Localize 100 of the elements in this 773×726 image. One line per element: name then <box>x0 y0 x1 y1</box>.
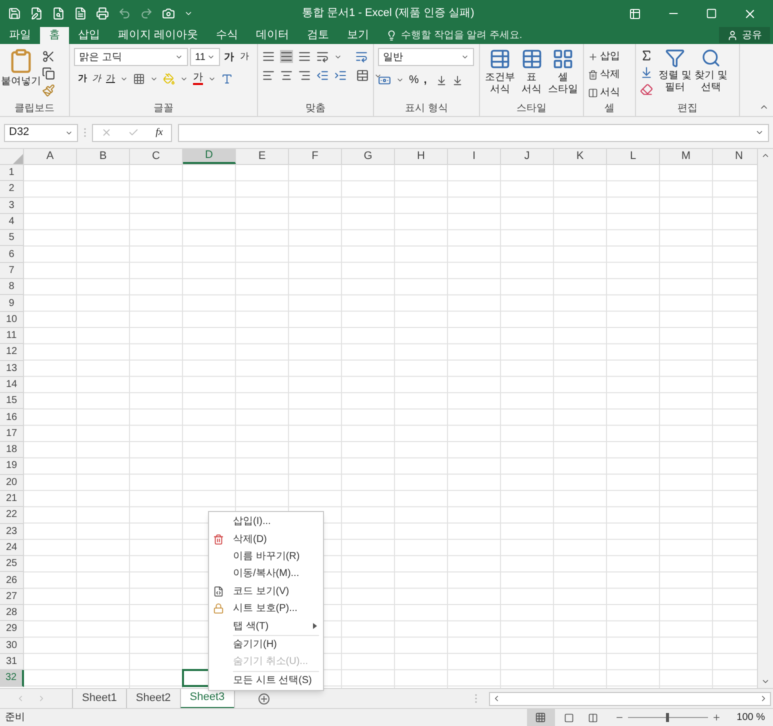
column-header[interactable]: G <box>342 149 395 164</box>
wrap-text-icon[interactable] <box>355 50 368 63</box>
camera-icon[interactable] <box>162 7 175 20</box>
menu-item[interactable]: 탭 색(T) <box>209 617 323 635</box>
row-header[interactable]: 26 <box>0 572 24 589</box>
cell-button[interactable]: 서식 <box>588 85 620 100</box>
menu-item[interactable]: 시트 보호(P)... <box>209 600 323 618</box>
scroll-up-icon[interactable] <box>761 151 770 160</box>
cell-button[interactable]: 삽입 <box>588 49 620 64</box>
ribbon-tab[interactable]: 보기 <box>338 27 378 44</box>
scroll-down-icon[interactable] <box>761 677 770 686</box>
row-header[interactable]: 7 <box>0 262 24 280</box>
fill-color-icon[interactable] <box>163 72 175 85</box>
bottom-align-icon[interactable] <box>298 50 311 63</box>
row-header[interactable]: 25 <box>0 556 24 572</box>
row-header[interactable]: 18 <box>0 442 24 458</box>
row-header[interactable]: 6 <box>0 246 24 263</box>
row-header[interactable]: 12 <box>0 344 24 361</box>
row-header[interactable]: 28 <box>0 605 24 622</box>
column-header[interactable]: J <box>501 149 554 164</box>
top-align-icon[interactable] <box>262 50 275 63</box>
eraser-icon[interactable] <box>640 83 653 96</box>
menu-item[interactable]: 숨기기(H) <box>209 636 323 654</box>
row-header[interactable]: 23 <box>0 524 24 540</box>
column-header[interactable]: L <box>607 149 660 164</box>
zoom-slider-thumb[interactable] <box>666 713 670 722</box>
row-header[interactable]: 17 <box>0 426 24 442</box>
bold-button[interactable]: 가 <box>78 72 87 86</box>
horizontal-scrollbar[interactable] <box>488 692 771 706</box>
increase-indent-icon[interactable] <box>334 69 347 82</box>
insert-function-button[interactable]: fx <box>156 125 163 140</box>
currency-icon[interactable] <box>378 74 391 87</box>
page-break-icon[interactable] <box>588 712 598 722</box>
column-header[interactable]: I <box>448 149 501 164</box>
row-header[interactable]: 14 <box>0 376 24 394</box>
normal-view-button[interactable] <box>526 709 555 726</box>
format-painter-icon[interactable] <box>42 84 55 97</box>
expand-icon[interactable] <box>755 128 764 137</box>
row-header[interactable]: 16 <box>0 409 24 426</box>
column-header[interactable]: E <box>236 149 289 164</box>
merge-icon[interactable] <box>356 69 369 82</box>
page-layout-icon[interactable] <box>564 712 574 722</box>
row-header[interactable]: 9 <box>0 295 24 312</box>
decrease-indent-icon[interactable] <box>316 69 329 82</box>
phonetic-guide-icon[interactable] <box>221 72 233 85</box>
maximize-icon[interactable] <box>706 8 717 19</box>
row-header[interactable]: 20 <box>0 474 24 491</box>
cut-icon[interactable] <box>42 50 55 63</box>
orientation-icon[interactable] <box>316 50 329 63</box>
column-header[interactable]: D <box>183 149 236 164</box>
row-header[interactable]: 32 <box>0 670 24 686</box>
row-header[interactable]: 8 <box>0 279 24 296</box>
middle-align-icon[interactable] <box>280 50 293 63</box>
editing-button[interactable]: 정렬 및 필터 <box>657 48 693 100</box>
border-icon[interactable] <box>133 72 145 85</box>
menu-item[interactable]: 이름 바꾸기(R) <box>209 548 323 566</box>
print-icon[interactable] <box>96 7 109 20</box>
vertical-scrollbar[interactable] <box>757 149 773 688</box>
italic-button[interactable]: 가 <box>92 72 101 86</box>
column-header[interactable]: H <box>395 149 448 164</box>
align-right-icon[interactable] <box>298 69 311 82</box>
grow-font-button[interactable]: 가 <box>222 50 236 64</box>
sheet-tab[interactable]: Sheet3 <box>180 688 234 708</box>
cell-grid[interactable] <box>24 165 757 688</box>
fill-icon[interactable] <box>640 66 653 79</box>
cell-button[interactable]: 삭제 <box>588 67 620 82</box>
row-header[interactable]: 10 <box>0 312 24 328</box>
editing-button[interactable]: 찾기 및 선택 <box>693 48 729 100</box>
row-header[interactable]: 29 <box>0 621 24 638</box>
column-header[interactable]: B <box>77 149 130 164</box>
ribbon-tab[interactable]: 페이지 레이아웃 <box>109 27 208 44</box>
ribbon-tab[interactable]: 데이터 <box>247 27 298 44</box>
share-button[interactable]: 공유 <box>719 27 770 43</box>
tell-me-field[interactable]: 수행할 작업을 알려 주세요. <box>401 28 522 43</box>
zoom-level[interactable]: 100 % <box>736 710 765 725</box>
document-icon[interactable] <box>74 7 87 20</box>
ribbon-tab[interactable]: 수식 <box>207 27 248 44</box>
menu-item[interactable]: 삭제(D) <box>209 530 323 548</box>
row-header[interactable]: 30 <box>0 638 24 654</box>
print-preview-icon[interactable] <box>52 7 65 20</box>
ribbon-tab[interactable]: 홈 <box>40 27 69 44</box>
column-header[interactable]: M <box>660 149 713 164</box>
row-header[interactable]: 1 <box>0 165 24 182</box>
comma-button[interactable]: , <box>424 72 427 88</box>
customize-caret-icon[interactable] <box>184 9 193 18</box>
column-header[interactable]: K <box>554 149 607 164</box>
style-button[interactable]: 조건부 서식 <box>484 48 516 100</box>
align-center-icon[interactable] <box>280 69 293 82</box>
increase-decimal-icon[interactable] <box>436 74 447 86</box>
save-as-icon[interactable] <box>30 7 43 20</box>
ribbon-tab[interactable]: 검토 <box>298 27 338 44</box>
row-header[interactable]: 21 <box>0 490 24 508</box>
name-box[interactable]: D32 <box>4 124 78 142</box>
row-header[interactable]: 11 <box>0 328 24 344</box>
font-size-field[interactable]: 11 <box>190 48 220 66</box>
row-header[interactable]: 2 <box>0 181 24 198</box>
row-header[interactable]: 5 <box>0 230 24 246</box>
font-color-button[interactable]: 가 <box>193 72 203 86</box>
style-button[interactable]: 셀 스타일 <box>547 48 580 100</box>
row-header[interactable]: 3 <box>0 198 24 214</box>
